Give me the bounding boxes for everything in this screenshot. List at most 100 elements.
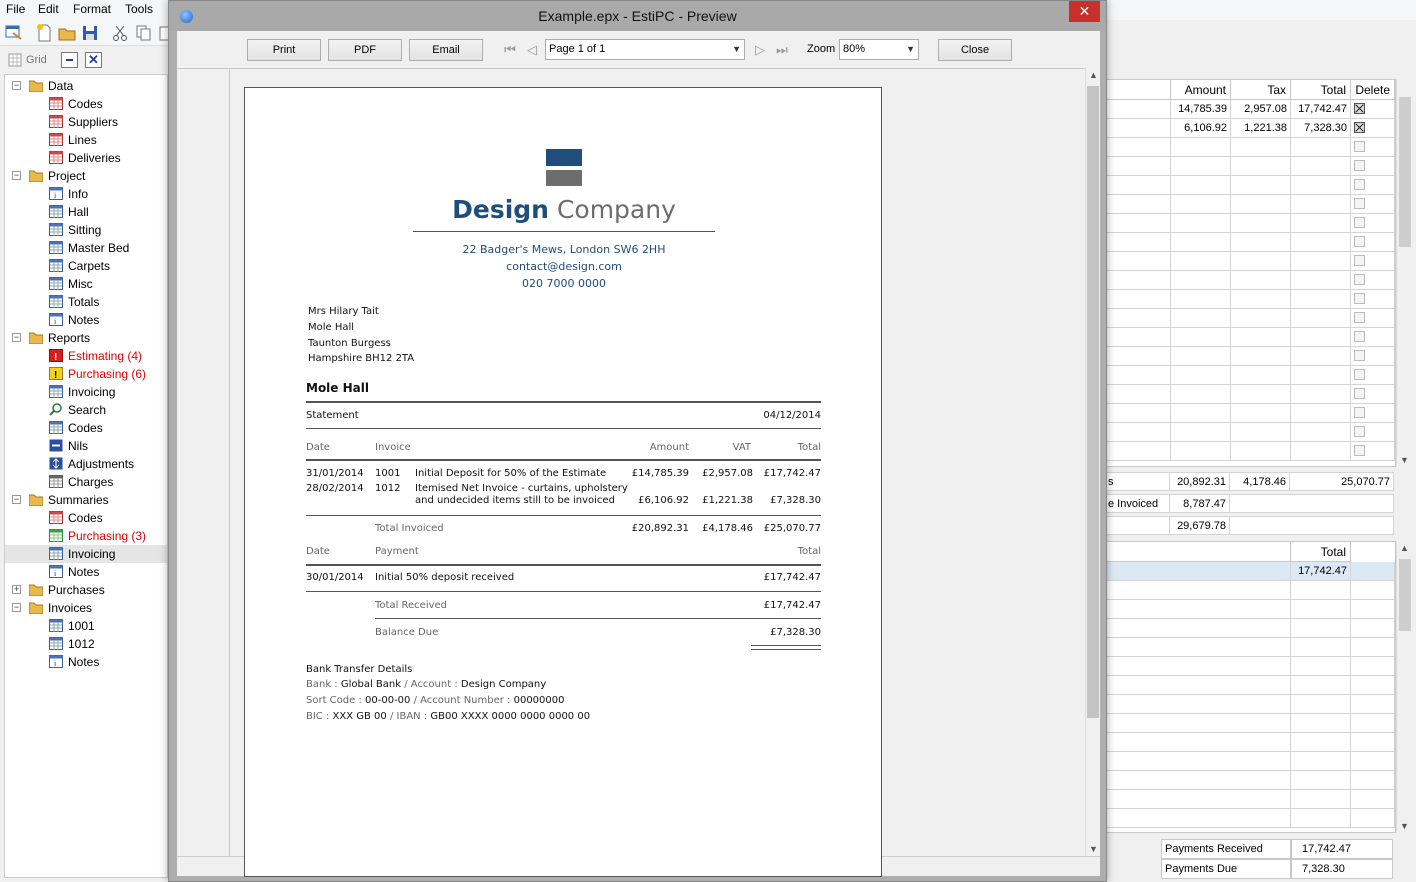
table-cell[interactable] [1291, 214, 1351, 233]
tree-item[interactable]: Carpets [5, 257, 167, 275]
close-panel-icon[interactable]: ✕ [85, 52, 102, 68]
collapse-icon[interactable]: − [12, 603, 21, 612]
table-cell[interactable] [1231, 309, 1291, 328]
cut-icon[interactable] [110, 23, 130, 43]
scroll-down-icon[interactable]: ▼ [1400, 455, 1409, 465]
scroll-down-icon[interactable]: ▼ [1400, 821, 1409, 831]
table-cell[interactable] [1107, 790, 1291, 809]
tree-item[interactable]: Purchasing (3) [5, 527, 167, 545]
delete-checkbox[interactable] [1354, 369, 1365, 380]
tree-item[interactable]: Master Bed [5, 239, 167, 257]
menu-format[interactable]: Format [73, 2, 111, 16]
table-cell[interactable] [1231, 233, 1291, 252]
table-cell[interactable] [1291, 676, 1351, 695]
table-cell[interactable] [1231, 404, 1291, 423]
preview-title-bar[interactable]: Example.epx - EstiPC - Preview ✕ [169, 1, 1106, 31]
column-header[interactable]: Tax [1231, 80, 1291, 100]
save-icon[interactable] [80, 23, 100, 43]
table-cell[interactable] [1291, 195, 1351, 214]
table-cell[interactable] [1291, 790, 1351, 809]
table-cell[interactable] [1171, 366, 1231, 385]
tree-item[interactable]: i Notes [5, 311, 167, 329]
column-header[interactable]: Total [1291, 542, 1351, 562]
delete-cell[interactable] [1351, 176, 1395, 195]
window-close-button[interactable]: ✕ [1069, 1, 1100, 22]
table-cell[interactable] [1291, 733, 1351, 752]
tree-item[interactable]: − Project [5, 167, 167, 185]
table-cell[interactable] [1107, 442, 1171, 461]
delete-cell[interactable] [1351, 347, 1395, 366]
table-cell[interactable] [1351, 638, 1395, 657]
delete-checkbox[interactable] [1354, 236, 1365, 247]
tree-item[interactable]: 1012 [5, 635, 167, 653]
tree-item[interactable]: Nils [5, 437, 167, 455]
collapse-icon[interactable]: − [12, 81, 21, 90]
print-button[interactable]: Print [247, 39, 321, 61]
table-cell[interactable] [1291, 233, 1351, 252]
table-cell[interactable] [1291, 809, 1351, 828]
table-cell[interactable] [1291, 385, 1351, 404]
table-cell[interactable] [1291, 366, 1351, 385]
tree-item[interactable]: Search [5, 401, 167, 419]
column-header[interactable] [1107, 80, 1171, 100]
delete-cell[interactable] [1351, 385, 1395, 404]
table-cell[interactable] [1231, 138, 1291, 157]
table-cell[interactable] [1291, 309, 1351, 328]
table-cell[interactable] [1291, 176, 1351, 195]
tree-item[interactable]: ! Purchasing (6) [5, 365, 167, 383]
table-cell[interactable] [1351, 752, 1395, 771]
table-cell[interactable] [1351, 676, 1395, 695]
table-cell[interactable]: 1,221.38 [1231, 119, 1291, 138]
menu-file[interactable]: File [6, 2, 25, 16]
table-cell[interactable] [1107, 581, 1291, 600]
close-button[interactable]: Close [938, 39, 1012, 61]
table-cell[interactable] [1291, 695, 1351, 714]
table-cell[interactable] [1231, 366, 1291, 385]
delete-cell[interactable] [1351, 423, 1395, 442]
table-cell[interactable]: 7,328.30 [1291, 119, 1351, 138]
delete-cell[interactable] [1351, 157, 1395, 176]
tree-item[interactable]: Hall [5, 203, 167, 221]
first-page-icon[interactable]: ⏮ [501, 41, 519, 59]
table-cell[interactable] [1291, 442, 1351, 461]
tree-item[interactable]: − Data [5, 77, 167, 95]
table-cell[interactable] [1107, 176, 1171, 195]
tree-item[interactable]: − Summaries [5, 491, 167, 509]
tree-item[interactable]: Charges [5, 473, 167, 491]
delete-cell[interactable] [1351, 366, 1395, 385]
table-cell[interactable] [1107, 657, 1291, 676]
scroll-up-icon[interactable]: ▲ [1089, 70, 1098, 80]
table-cell[interactable] [1171, 423, 1231, 442]
delete-checkbox[interactable] [1354, 179, 1365, 190]
tree-item[interactable]: Codes [5, 419, 167, 437]
payments-grid-scrollbar[interactable]: ▲ ▼ [1396, 541, 1412, 833]
collapse-icon[interactable]: − [12, 171, 21, 180]
table-cell[interactable] [1351, 657, 1395, 676]
table-cell[interactable] [1107, 309, 1171, 328]
table-cell[interactable] [1351, 600, 1395, 619]
table-cell[interactable] [1351, 771, 1395, 790]
table-cell[interactable] [1171, 157, 1231, 176]
table-cell[interactable] [1171, 328, 1231, 347]
delete-checkbox[interactable] [1354, 312, 1365, 323]
delete-checkbox[interactable] [1354, 331, 1365, 342]
delete-cell[interactable] [1351, 309, 1395, 328]
column-header[interactable]: Amount [1171, 80, 1231, 100]
table-cell[interactable] [1171, 252, 1231, 271]
table-cell[interactable] [1107, 695, 1291, 714]
next-page-icon[interactable]: ▷ [751, 41, 769, 59]
new-file-icon[interactable] [34, 23, 54, 43]
table-cell[interactable] [1291, 619, 1351, 638]
delete-checkbox[interactable] [1354, 350, 1365, 361]
column-header[interactable]: Total [1291, 80, 1351, 100]
delete-cell[interactable] [1351, 233, 1395, 252]
table-cell[interactable] [1291, 290, 1351, 309]
table-cell[interactable] [1291, 581, 1351, 600]
table-cell[interactable] [1291, 771, 1351, 790]
properties-icon[interactable] [4, 23, 24, 43]
tree-item[interactable]: Deliveries [5, 149, 167, 167]
table-cell[interactable] [1107, 366, 1171, 385]
table-cell[interactable] [1291, 404, 1351, 423]
delete-checkbox[interactable] [1354, 141, 1365, 152]
expand-icon[interactable]: + [12, 585, 21, 594]
